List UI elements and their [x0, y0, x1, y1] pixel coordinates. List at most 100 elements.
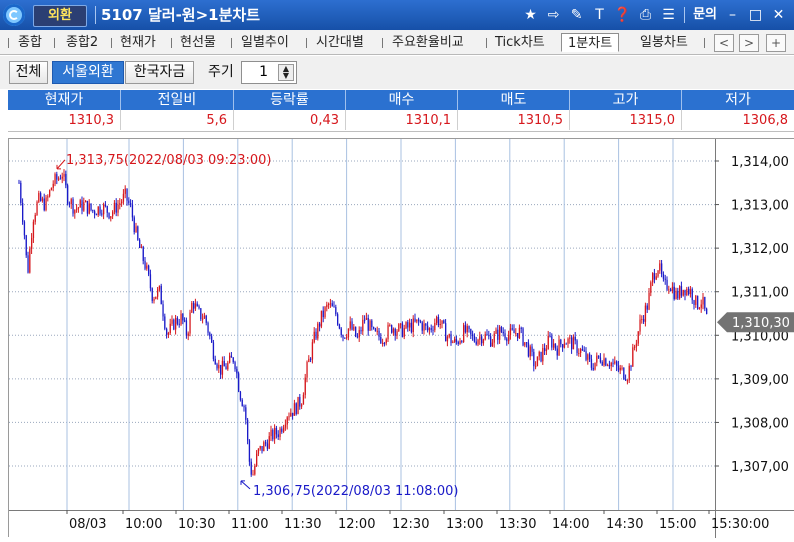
- candle-body: [587, 354, 589, 360]
- candle-body: [670, 289, 672, 292]
- candle-body: [169, 323, 171, 334]
- candle-body: [108, 212, 110, 219]
- tab-spot-futures[interactable]: 현선물: [180, 33, 216, 52]
- quote-values-row: 1310,3 5,6 0,43 1310,1 1310,5 1315,0 130…: [8, 110, 794, 132]
- candle-body: [41, 198, 44, 201]
- tab-summary[interactable]: 종합: [18, 33, 42, 52]
- candle-body: [329, 303, 332, 305]
- candle-body: [286, 417, 288, 425]
- period-stepper[interactable]: 1 ▲ ▼: [241, 61, 297, 84]
- candle-body: [621, 367, 623, 369]
- candle-body: [614, 361, 616, 364]
- candle-body: [90, 203, 92, 210]
- tab-separator: [382, 38, 383, 48]
- maximize-icon[interactable]: □: [746, 5, 765, 25]
- close-icon[interactable]: ✕: [769, 5, 788, 25]
- candle-body: [423, 323, 425, 331]
- candle-body: [335, 307, 337, 315]
- candle-body: [677, 290, 679, 299]
- candle-body: [421, 322, 423, 331]
- candle-body: [684, 289, 686, 296]
- candle-body: [295, 403, 297, 415]
- header-ask: 매도: [458, 90, 570, 110]
- candle-body: [533, 351, 535, 367]
- candle-body: [625, 379, 627, 381]
- candle-body: [661, 263, 663, 275]
- candle-body: [131, 204, 134, 218]
- candle-body: [225, 366, 227, 370]
- spin-updown-icon[interactable]: ▲ ▼: [278, 64, 294, 81]
- tab-time-period[interactable]: 시간대별: [316, 33, 364, 52]
- star-icon[interactable]: ★: [521, 5, 540, 25]
- candle-body: [398, 324, 400, 332]
- candle-body: [130, 203, 132, 205]
- candle-body: [68, 203, 71, 205]
- candle-body: [86, 200, 89, 214]
- tab-current-price[interactable]: 현재가: [120, 33, 156, 52]
- candle-body: [482, 339, 485, 344]
- candle-body: [553, 343, 555, 348]
- filter-seoul-fx-button[interactable]: 서울외환: [52, 61, 124, 84]
- tab-daily-chart[interactable]: 일봉차트: [640, 33, 688, 52]
- annotation-arrow: [240, 480, 251, 490]
- tab-prev-button[interactable]: <: [714, 34, 734, 52]
- candle-body: [646, 305, 648, 310]
- inquiry-button[interactable]: 문의: [691, 5, 719, 25]
- candle-body: [446, 336, 449, 342]
- candle-body: [542, 347, 544, 362]
- export-icon[interactable]: ⇨: [544, 5, 563, 25]
- candle-body: [205, 315, 207, 323]
- help-icon[interactable]: ❓: [613, 5, 632, 25]
- candle-body: [164, 316, 166, 329]
- tab-1min-chart[interactable]: 1분차트: [561, 33, 620, 52]
- minimize-icon[interactable]: –: [723, 5, 742, 25]
- header-change-rate: 등락률: [234, 90, 346, 110]
- tab-tick-chart[interactable]: Tick차트: [495, 33, 545, 52]
- candle-body: [121, 201, 123, 204]
- tab-fx-compare[interactable]: 주요환율비교: [392, 33, 464, 52]
- filter-korea-money-button[interactable]: 한국자금: [125, 61, 194, 84]
- tab-add-button[interactable]: +: [766, 34, 786, 52]
- candle-body: [409, 322, 411, 328]
- candle-body: [601, 362, 603, 366]
- candle-body: [574, 336, 576, 341]
- candle-body: [146, 265, 148, 269]
- candle-body: [571, 337, 573, 350]
- filter-all-button[interactable]: 전체: [9, 61, 48, 84]
- candle-body: [94, 211, 96, 215]
- text-icon[interactable]: T: [590, 5, 609, 25]
- candle-body: [697, 295, 699, 309]
- candle-body: [394, 328, 396, 336]
- candle-body: [499, 327, 501, 340]
- list-icon[interactable]: ☰: [659, 5, 678, 25]
- y-tick-label: 1,307,00: [731, 460, 789, 475]
- price-chart-panel[interactable]: 1,314,00 1,313,00 1,312,00 1,311,00 1,310,00…: [8, 138, 794, 538]
- link-icon[interactable]: ✎: [567, 5, 586, 25]
- candle-body: [445, 323, 447, 342]
- period-value[interactable]: 1: [259, 62, 268, 83]
- tab-next-button[interactable]: >: [739, 34, 759, 52]
- x-tick-label: 12:30: [392, 517, 429, 532]
- candle-body: [504, 333, 506, 339]
- candle-body: [626, 380, 629, 382]
- tab-summary2[interactable]: 종합2: [66, 33, 98, 52]
- print-icon[interactable]: ⎙: [636, 5, 655, 25]
- candle-body: [288, 416, 290, 418]
- candle-body: [567, 338, 569, 344]
- candle-body: [328, 304, 330, 306]
- candle-body: [180, 313, 182, 325]
- price-chart[interactable]: 1,314,001,313,001,312,001,311,001,310,00…: [9, 139, 794, 538]
- candle-body: [470, 328, 472, 335]
- candle-body: [549, 335, 551, 337]
- candle-body: [151, 288, 153, 301]
- candle-body: [648, 292, 650, 310]
- candle-body: [414, 318, 416, 322]
- candle-body: [97, 206, 99, 215]
- candle-body: [527, 342, 530, 357]
- candle-body: [466, 326, 468, 333]
- candle-body: [477, 339, 479, 345]
- candle-body: [324, 307, 326, 318]
- candle-body: [140, 246, 143, 248]
- candle-body: [662, 274, 665, 279]
- tab-daily-trend[interactable]: 일별추이: [241, 33, 289, 52]
